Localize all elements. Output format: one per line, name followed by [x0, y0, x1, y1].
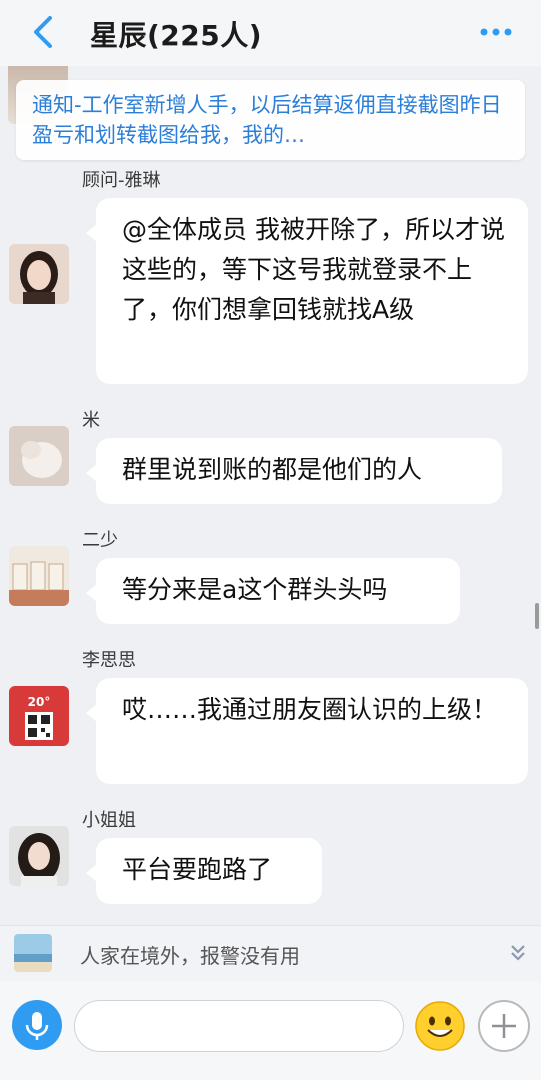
preview-avatar	[14, 934, 52, 972]
avatar-badge: 20°	[28, 695, 51, 709]
notice-text: 通知-工作室新增人手，以后结算返佣直接截图昨日盈亏和划转截图给我，我的…	[32, 93, 502, 147]
voice-button[interactable]	[12, 1000, 62, 1050]
sender-name: 米	[82, 410, 100, 431]
message-text: 平台要跑路了	[122, 855, 273, 884]
sender-name: 李思思	[82, 650, 136, 671]
message-bubble[interactable]: 等分来是a这个群头头吗	[86, 558, 460, 624]
message-text: 群里说到账的都是他们的人	[122, 455, 423, 484]
message-bubble[interactable]: @全体成员 我被开除了，所以才说这些的，等下这号我就登录不上了，你们想拿回钱就找…	[86, 198, 528, 384]
sender-name: 顾问-雅琳	[82, 170, 161, 191]
chat-header: 星辰(225人)	[0, 0, 541, 66]
sender-name: 小姐姐	[82, 810, 136, 831]
new-message-preview[interactable]: 人家在境外，报警没有用	[0, 925, 541, 981]
avatar[interactable]	[9, 426, 69, 486]
scrollbar[interactable]	[535, 603, 539, 629]
chevron-left-icon	[34, 16, 52, 48]
message-text: @全体成员 我被开除了，所以才说这些的，等下这号我就登录不上了，你们想拿回钱就找…	[122, 215, 505, 324]
smiley-face-icon	[415, 1001, 465, 1051]
avatar[interactable]	[9, 244, 69, 304]
emoji-button[interactable]	[414, 1000, 466, 1052]
microphone-icon	[25, 1012, 49, 1040]
message-bubble[interactable]: 群里说到账的都是他们的人	[86, 438, 502, 504]
avatar[interactable]	[9, 826, 69, 886]
message-text: 等分来是a这个群头头吗	[122, 575, 388, 604]
pinned-notice[interactable]: 通知-工作室新增人手，以后结算返佣直接截图昨日盈亏和划转截图给我，我的…	[16, 80, 525, 160]
preview-text: 人家在境外，报警没有用	[80, 944, 300, 968]
input-bar	[0, 981, 541, 1080]
double-chevron-down-icon[interactable]	[509, 942, 527, 964]
more-button[interactable]	[479, 24, 513, 38]
avatar[interactable]: 20°	[9, 686, 69, 746]
avatar[interactable]	[9, 546, 69, 606]
message-bubble[interactable]: 平台要跑路了	[86, 838, 322, 904]
add-button[interactable]	[478, 1000, 530, 1052]
message-input[interactable]	[74, 1000, 404, 1052]
message-text: 哎……我通过朋友圈认识的上级！	[122, 695, 498, 724]
back-button[interactable]	[26, 12, 60, 52]
plus-icon	[492, 1014, 516, 1038]
message-bubble[interactable]: 哎……我通过朋友圈认识的上级！	[86, 678, 528, 784]
sender-name: 二少	[82, 530, 118, 551]
more-dots-icon	[480, 28, 512, 36]
group-title: 星辰(225人)	[90, 19, 263, 52]
